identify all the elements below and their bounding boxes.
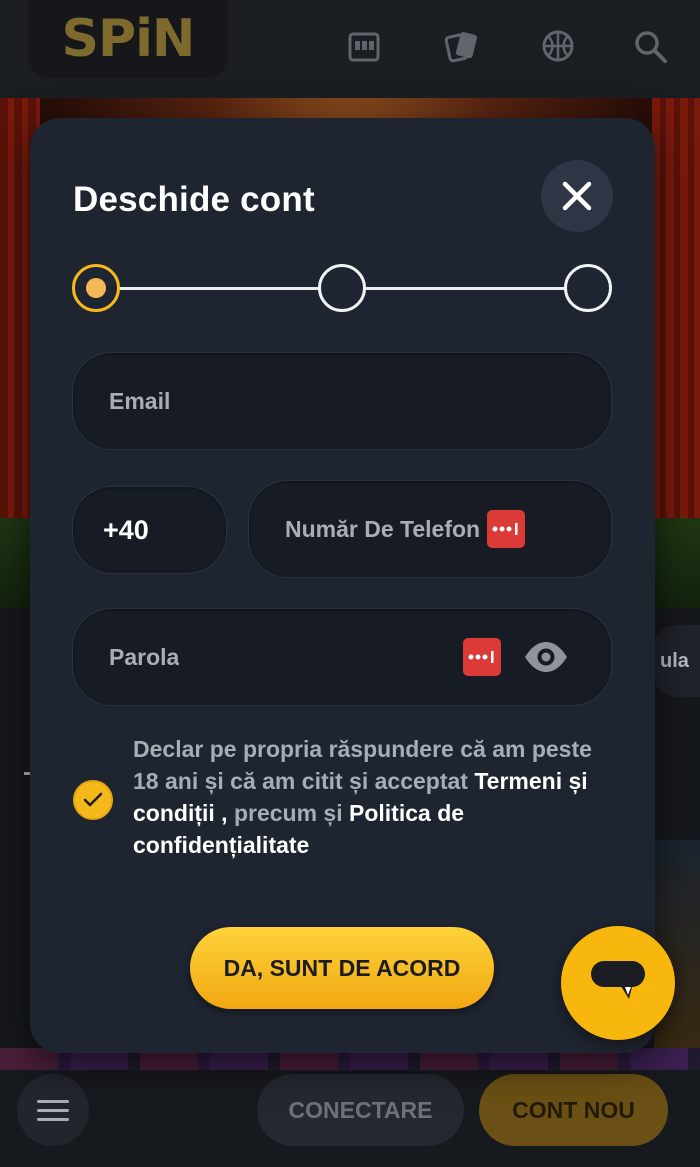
basketball-icon[interactable] — [540, 28, 576, 64]
chat-icon — [591, 961, 645, 999]
live-chat-button[interactable] — [561, 926, 675, 1040]
new-account-button[interactable]: CONT NOU — [479, 1074, 668, 1146]
step-connector — [118, 287, 320, 290]
login-button[interactable]: CONECTARE — [257, 1074, 464, 1146]
country-code-value: +40 — [103, 514, 149, 545]
step-3 — [564, 264, 612, 312]
step-1 — [72, 264, 120, 312]
search-icon[interactable] — [632, 28, 668, 64]
cards-icon[interactable] — [443, 28, 479, 64]
register-modal: Deschide cont Email +40 Număr De Telefon… — [30, 118, 655, 1053]
password-manager-icon[interactable] — [487, 510, 525, 548]
top-bar: SPiN — [0, 0, 700, 98]
logo-text: SPiN — [61, 9, 196, 69]
step-connector — [364, 287, 566, 290]
hamburger-icon — [37, 1099, 69, 1103]
eye-icon[interactable] — [523, 640, 569, 674]
registration-stepper — [72, 264, 612, 312]
password-placeholder: Parola — [109, 643, 180, 670]
category-tab-peek[interactable]: ula — [650, 625, 700, 697]
email-field[interactable]: Email — [72, 352, 612, 450]
consent-checkbox[interactable] — [73, 780, 113, 820]
consent-text: Declar pe propria răspundere că am peste… — [133, 736, 592, 858]
phone-placeholder: Număr De Telefon — [285, 515, 481, 542]
hero-curtain-right — [652, 98, 700, 518]
check-icon — [83, 792, 103, 807]
email-placeholder: Email — [109, 387, 171, 414]
password-field[interactable]: Parola — [72, 608, 612, 706]
menu-button[interactable] — [17, 1074, 89, 1146]
consent-section: Declar pe propria răspundere că am peste… — [73, 733, 613, 873]
slot-machine-icon[interactable] — [346, 28, 382, 64]
agree-button[interactable]: DA, SUNT DE ACORD — [190, 927, 494, 1009]
password-manager-icon[interactable] — [463, 638, 501, 676]
phone-field[interactable]: Număr De Telefon — [248, 480, 612, 578]
brand-logo[interactable]: SPiN — [28, 0, 228, 78]
close-button[interactable] — [541, 160, 613, 232]
close-icon — [562, 181, 592, 211]
step-2 — [318, 264, 366, 312]
country-code-select[interactable]: +40 — [72, 486, 227, 574]
modal-title: Deschide cont — [73, 180, 315, 219]
